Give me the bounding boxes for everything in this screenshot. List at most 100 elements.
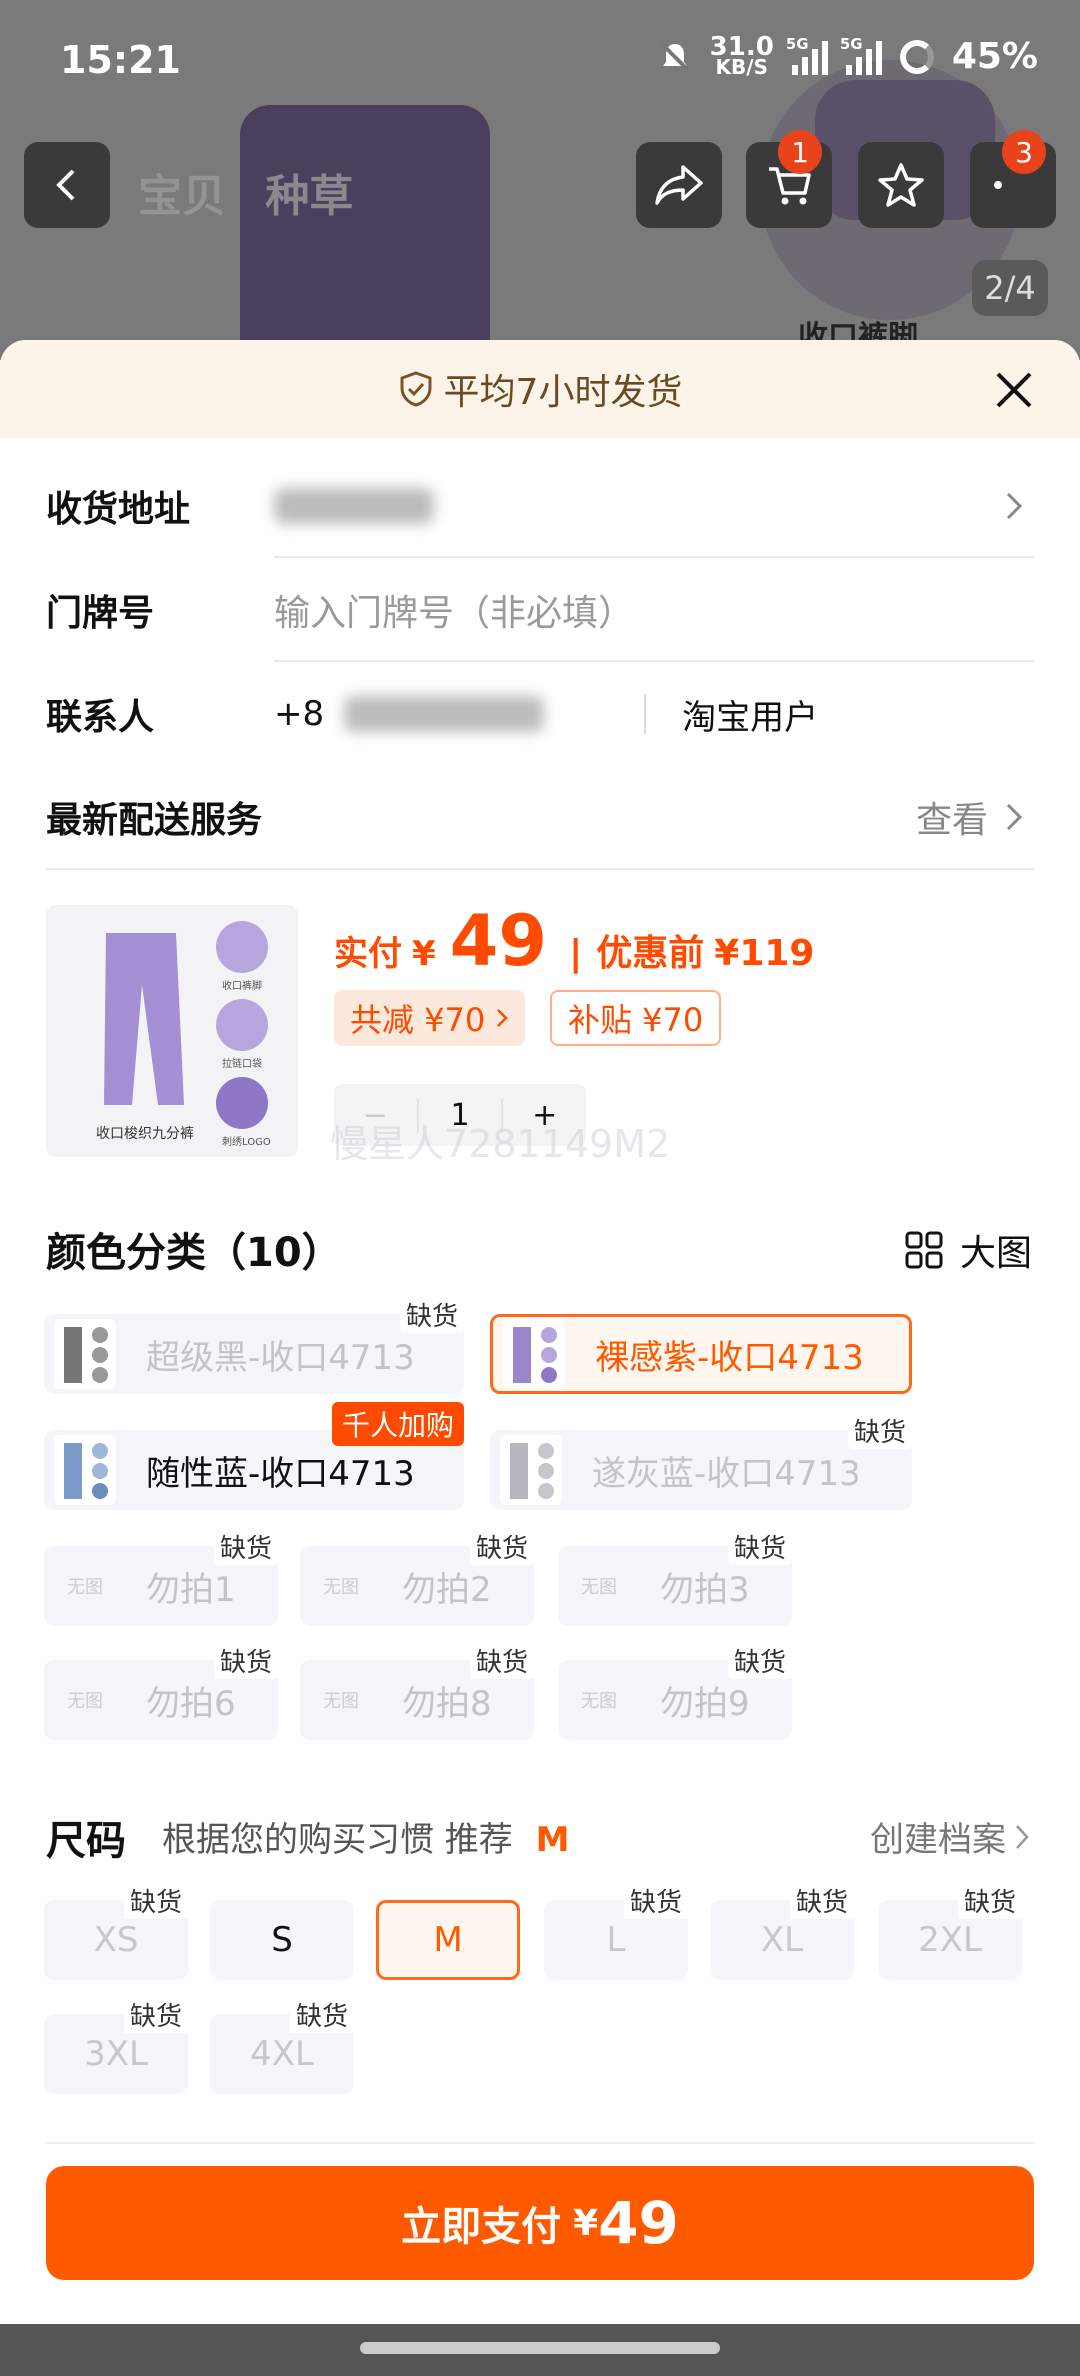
color-swatch — [500, 1435, 562, 1505]
no-image-label: 无图 — [581, 1691, 617, 1712]
recommended-size: M — [535, 1820, 570, 1860]
door-row: 门牌号 输入门牌号（非必填） — [46, 558, 1034, 662]
chevron-right-icon — [1006, 803, 1023, 831]
color-option-purple[interactable]: 裸感紫-收口4713 — [490, 1314, 912, 1394]
no-image-label: 无图 — [323, 1577, 359, 1598]
image-pager: 2/4 — [972, 260, 1048, 316]
color-option-placeholder-6[interactable]: 无图 勿拍6 缺货 — [44, 1642, 278, 1740]
pay-now-button[interactable]: 立即支付 ¥ 49 — [46, 2166, 1034, 2280]
contact-label: 联系人 — [46, 697, 155, 738]
out-of-stock-badge: 缺货 — [789, 1882, 854, 1919]
out-of-stock-badge: 缺货 — [727, 1528, 792, 1565]
size-recommendation: 根据您的购买习惯 推荐 M — [162, 1820, 570, 1860]
contact-name: 淘宝用户 — [682, 697, 819, 738]
cart-count-badge: 1 — [778, 130, 822, 174]
star-icon — [878, 163, 924, 207]
size-section-title: 尺码 — [46, 1818, 126, 1864]
color-option-black[interactable]: 超级黑-收口4713 缺货 — [44, 1296, 464, 1394]
close-button[interactable] — [992, 368, 1036, 412]
status-bar: 15:21 31.0 KB/S 5G 5G 45% — [0, 0, 1080, 120]
shipping-banner: 平均7小时发货 — [0, 340, 1080, 438]
product-thumbnail[interactable]: 收口梭织九分裤 收口裤脚 拉链口袋 刺绣LOGO — [46, 905, 298, 1157]
color-swatch — [54, 1319, 116, 1389]
out-of-stock-badge: 缺货 — [123, 1996, 188, 2033]
tab-baobei[interactable]: 宝贝 — [138, 171, 226, 222]
more-button[interactable]: 3 — [970, 130, 1056, 228]
shipping-text: 平均7小时发货 — [443, 372, 683, 413]
grid-icon — [905, 1231, 943, 1269]
door-label: 门牌号 — [46, 593, 155, 634]
thumb-note-2: 拉链口袋 — [222, 1059, 262, 1070]
address-value-redacted — [274, 488, 434, 524]
size-option-m[interactable]: M — [376, 1900, 520, 1980]
thumb-note-3: 刺绣LOGO — [222, 1137, 271, 1148]
color-option-blue[interactable]: 随性蓝-收口4713 千人加购 — [44, 1402, 464, 1510]
no-image-label: 无图 — [323, 1691, 359, 1712]
more-icon — [994, 181, 1002, 189]
contact-phone-redacted — [344, 696, 545, 732]
popular-badge: 千人加购 — [331, 1402, 464, 1446]
price-line: 实付 ¥ 49 | 优惠前 ¥119 — [334, 900, 815, 982]
color-swatch — [503, 1319, 565, 1389]
out-of-stock-badge: 缺货 — [727, 1642, 792, 1679]
share-button[interactable] — [636, 142, 722, 228]
discount-tag[interactable]: 共减 ¥70 — [334, 990, 526, 1046]
chevron-right-icon — [1016, 1824, 1029, 1849]
view-large-button[interactable]: 大图 — [904, 1224, 1032, 1276]
original-label: 优惠前 — [596, 933, 705, 974]
delivery-label: 最新配送服务 — [46, 800, 263, 841]
shield-icon — [400, 371, 432, 407]
no-image-label: 无图 — [581, 1577, 617, 1598]
door-number-input[interactable]: 输入门牌号（非必填） — [274, 584, 634, 636]
out-of-stock-badge: 缺货 — [399, 1296, 464, 1333]
out-of-stock-badge: 缺货 — [123, 1882, 188, 1919]
address-label: 收货地址 — [46, 489, 191, 530]
contact-row[interactable]: 联系人 +8 淘宝用户 — [46, 662, 1034, 766]
price-value: 49 — [449, 900, 548, 982]
size-option-4xl[interactable]: 4XL 缺货 — [210, 1996, 354, 2094]
size-option-2xl[interactable]: 2XL 缺货 — [878, 1882, 1022, 1980]
close-icon — [996, 372, 1032, 408]
user-watermark: 慢星人7281149M2 — [330, 1122, 671, 1166]
message-count-badge: 3 — [1002, 130, 1046, 174]
size-option-xs[interactable]: XS 缺货 — [44, 1882, 188, 1980]
color-option-placeholder-9[interactable]: 无图 勿拍9 缺货 — [558, 1642, 792, 1740]
color-option-placeholder-8[interactable]: 无图 勿拍8 缺货 — [300, 1642, 534, 1740]
tab-zhongcao[interactable]: 种草 — [265, 171, 353, 222]
delivery-row[interactable]: 最新配送服务 查看 — [46, 766, 1034, 870]
size-option-l[interactable]: L 缺货 — [544, 1882, 688, 1980]
favorite-button[interactable] — [858, 142, 944, 228]
signal-icon: 5G — [786, 35, 828, 75]
battery-icon — [899, 39, 934, 74]
color-option-placeholder-3[interactable]: 无图 勿拍3 缺货 — [558, 1528, 792, 1626]
size-option-s[interactable]: S — [210, 1900, 354, 1980]
share-icon — [655, 165, 703, 205]
home-indicator[interactable] — [360, 2342, 720, 2354]
no-image-label: 无图 — [67, 1691, 103, 1712]
original-price: ¥119 — [714, 933, 815, 974]
mute-icon — [660, 42, 690, 71]
net-speed: 31.0 KB/S — [709, 31, 774, 79]
color-option-gray-blue[interactable]: 遂灰蓝-收口4713 缺货 — [490, 1412, 912, 1510]
delivery-view-link[interactable]: 查看 — [916, 791, 988, 843]
chevron-right-icon — [1006, 492, 1023, 520]
out-of-stock-badge: 缺货 — [213, 1642, 278, 1679]
out-of-stock-badge: 缺货 — [469, 1528, 534, 1565]
create-profile-link[interactable]: 创建档案 — [870, 1812, 1030, 1861]
out-of-stock-badge: 缺货 — [623, 1882, 688, 1919]
divider — [46, 2142, 1034, 2144]
purchase-sheet: 平均7小时发货 收货地址 门牌号 输入门牌号（非必填） 联系人 +8 淘宝用户 … — [0, 340, 1080, 2355]
size-option-3xl[interactable]: 3XL 缺货 — [44, 1996, 188, 2094]
chevron-left-icon — [56, 169, 75, 201]
status-time: 15:21 — [60, 38, 181, 82]
color-option-placeholder-2[interactable]: 无图 勿拍2 缺货 — [300, 1528, 534, 1626]
size-option-xl[interactable]: XL 缺货 — [710, 1882, 854, 1980]
back-button[interactable] — [24, 142, 110, 228]
no-image-label: 无图 — [67, 1577, 103, 1598]
color-option-placeholder-1[interactable]: 无图 勿拍1 缺货 — [44, 1528, 278, 1626]
address-row[interactable]: 收货地址 — [46, 454, 1034, 558]
out-of-stock-badge: 缺货 — [213, 1528, 278, 1565]
cart-button[interactable]: 1 — [746, 130, 832, 228]
subsidy-tag: 补贴 ¥70 — [550, 990, 722, 1046]
battery-level: 45% — [951, 36, 1038, 77]
